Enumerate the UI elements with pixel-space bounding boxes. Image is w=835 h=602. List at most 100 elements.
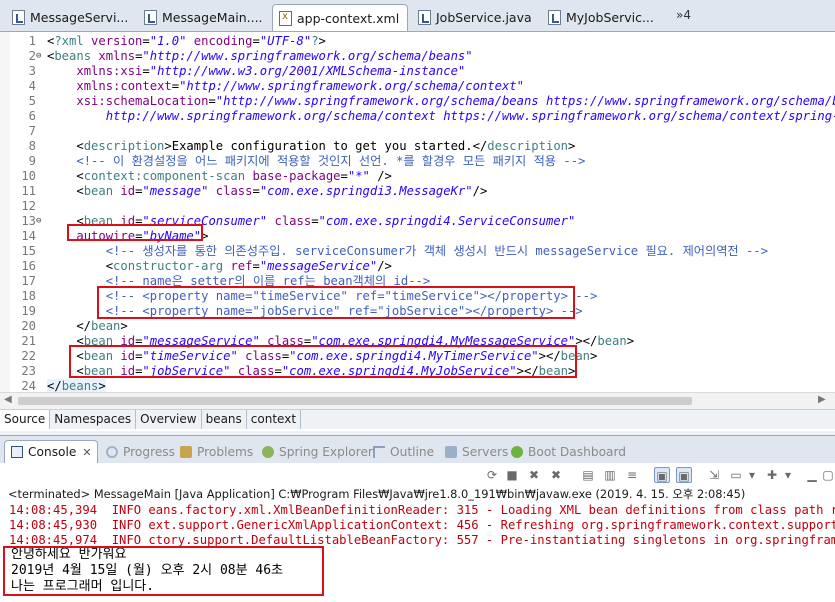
tab-label: Spring Explorer bbox=[279, 444, 373, 459]
code-line[interactable]: 5 xsi:schemaLocation="http://www.springf… bbox=[0, 94, 835, 109]
fold-toggle-icon[interactable]: ⊖ bbox=[36, 49, 41, 64]
tab-source[interactable]: Source bbox=[0, 410, 51, 429]
code-line[interactable]: 7 bbox=[0, 124, 835, 139]
show-on-stdout-icon[interactable]: ▣ bbox=[654, 467, 670, 483]
code-token: id bbox=[120, 184, 136, 198]
tab-app-context-xml[interactable]: app-context.xml ✕ bbox=[272, 4, 408, 31]
code-line[interactable]: 6 http://www.springframework.org/schema/… bbox=[0, 109, 835, 124]
code-text: <bean id="timeService" class="com.exe.sp… bbox=[47, 349, 597, 364]
code-line[interactable]: 11 <bean id="message" class="com.exe.spr… bbox=[0, 184, 835, 199]
code-line[interactable]: 18 <!-- <property name="timeService" ref… bbox=[0, 289, 835, 304]
tab-my-job-service[interactable]: MyJobServic... bbox=[542, 4, 672, 31]
code-text: </bean> bbox=[47, 319, 127, 334]
chevron-down-icon[interactable]: ▾ bbox=[744, 467, 760, 483]
tab-job-service[interactable]: JobService.java bbox=[412, 4, 538, 31]
code-line[interactable]: 4 xmlns:context="http://www.springframew… bbox=[0, 79, 835, 94]
word-wrap-icon[interactable]: ≡ bbox=[624, 467, 640, 483]
code-line[interactable]: 19 <!-- <property name="jobService" ref=… bbox=[0, 304, 835, 319]
code-text: <context:component-scan base-package="*"… bbox=[47, 169, 392, 184]
code-line[interactable]: 20 </bean> bbox=[0, 319, 835, 334]
code-line[interactable]: 2 ⊖ <beans xmlns="http://www.springframewo… bbox=[0, 49, 835, 64]
tab-namespaces[interactable]: Namespaces bbox=[50, 410, 137, 429]
boot-dashboard-icon bbox=[511, 445, 523, 458]
tab-label: Servers bbox=[462, 444, 509, 459]
code-line[interactable]: 14 autowire="byName"> bbox=[0, 229, 835, 244]
code-line[interactable]: 10 <context:component-scan base-package=… bbox=[0, 169, 835, 184]
code-text: <beans xmlns="http://www.springframework… bbox=[47, 49, 473, 64]
line-number: 12 bbox=[21, 199, 36, 213]
code-token: bean bbox=[83, 184, 121, 198]
code-line[interactable]: 12 bbox=[0, 199, 835, 214]
tab-outline[interactable]: Outline bbox=[373, 440, 434, 463]
scroll-lock-icon[interactable]: ▥ bbox=[602, 467, 618, 483]
new-console-icon[interactable]: ✚ bbox=[764, 467, 780, 483]
code-text: <!-- <property name="jobService" ref="jo… bbox=[47, 304, 583, 319]
show-on-stderr-icon[interactable]: ▣ bbox=[676, 467, 692, 483]
code-line[interactable]: 1 <?xml version="1.0" encoding="UTF-8"?> bbox=[0, 34, 835, 49]
clear-console-icon[interactable]: ▤ bbox=[580, 467, 596, 483]
code-token: "messageService" bbox=[259, 259, 378, 273]
tab-label: Console bbox=[28, 445, 77, 459]
code-token: "jobService" bbox=[142, 364, 231, 378]
tab-message-service[interactable]: MessageServi... ✕ bbox=[6, 4, 136, 31]
tab-beans[interactable]: beans bbox=[202, 410, 247, 429]
code-line[interactable]: 21 <bean id="messageService" class="com.… bbox=[0, 334, 835, 349]
tab-boot-dashboard[interactable]: Boot Dashboard bbox=[511, 440, 626, 463]
terminate-icon[interactable]: ■ bbox=[504, 467, 520, 483]
code-token: > bbox=[318, 34, 326, 48]
tab-servers[interactable]: Servers bbox=[445, 440, 508, 463]
code-line[interactable]: 16 <constructor-arg ref="messageService"… bbox=[0, 259, 835, 274]
remove-icon[interactable]: ✖ bbox=[526, 467, 542, 483]
tab-problems[interactable]: Problems bbox=[180, 440, 253, 463]
servers-icon bbox=[445, 445, 457, 458]
code-line[interactable]: 22 <bean id="timeService" class="com.exe… bbox=[0, 349, 835, 364]
tab-overflow-button[interactable]: »4 bbox=[676, 8, 691, 22]
close-icon[interactable]: ✕ bbox=[134, 11, 136, 24]
close-icon[interactable]: ✕ bbox=[405, 12, 407, 25]
code-token: bean bbox=[597, 334, 627, 348]
tab-overview[interactable]: Overview bbox=[136, 410, 202, 429]
code-line[interactable]: 17 <!-- name은 setter의 이름 ref는 bean객체의 id… bbox=[0, 274, 835, 289]
outline-icon bbox=[373, 445, 385, 458]
display-console-icon[interactable]: ▭ bbox=[728, 467, 744, 483]
close-icon[interactable]: ✕ bbox=[82, 446, 91, 459]
code-line[interactable]: 8 <description>Example configuration to … bbox=[0, 139, 835, 154]
scroll-right-icon[interactable]: ▶ bbox=[818, 394, 826, 405]
fold-toggle-icon[interactable]: ⊖ bbox=[36, 214, 41, 229]
code-text: </beans> bbox=[47, 379, 106, 392]
tab-spring-explorer[interactable]: Spring Explorer bbox=[262, 440, 373, 463]
code-token: "*" bbox=[347, 169, 370, 183]
log-line: 14:08:45,974 INFO ctory.support.DefaultL… bbox=[9, 533, 835, 547]
horizontal-scrollbar[interactable]: ◀ ▶ bbox=[0, 392, 835, 409]
code-line[interactable]: 9 <!-- 이 환경설정을 어느 패키지에 적용할 것인지 선언. *를 할경… bbox=[0, 154, 835, 169]
code-line[interactable]: 13 ⊖ <bean id="serviceConsumer" class="co… bbox=[0, 214, 835, 229]
code-editor[interactable]: 1 <?xml version="1.0" encoding="UTF-8"?> 2… bbox=[0, 32, 835, 392]
chevron-down-icon[interactable]: ▾ bbox=[780, 467, 796, 483]
tab-progress[interactable]: Progress bbox=[106, 440, 175, 463]
code-token: ref bbox=[230, 259, 253, 273]
scroll-left-icon[interactable]: ◀ bbox=[4, 394, 12, 405]
code-token: < bbox=[47, 214, 84, 228]
code-token: = bbox=[142, 34, 150, 48]
code-token: "com.exe.springdi4.MyJobService" bbox=[281, 364, 517, 378]
pin-console-icon[interactable]: ⇲ bbox=[706, 467, 722, 483]
code-line[interactable]: 24 </beans> bbox=[0, 379, 835, 392]
code-line[interactable]: 15 <!-- 생성자를 통한 의존성주입. serviceConsumer가 … bbox=[0, 244, 835, 259]
line-number: 6 bbox=[28, 109, 36, 123]
code-line[interactable]: 3 xmlns:xsi="http://www.w3.org/2001/XMLS… bbox=[0, 64, 835, 79]
minimize-icon[interactable]: ▁ bbox=[804, 467, 820, 483]
line-number: 24 bbox=[21, 379, 36, 392]
tab-message-main[interactable]: MessageMain.... bbox=[138, 4, 268, 31]
maximize-icon[interactable]: ▢ bbox=[820, 467, 835, 483]
line-number: 20 bbox=[21, 319, 36, 333]
scroll-thumb[interactable] bbox=[18, 397, 692, 405]
remove-all-icon[interactable]: ✖ bbox=[548, 467, 564, 483]
code-line[interactable]: 23 <bean id="jobService" class="com.exe.… bbox=[0, 364, 835, 379]
tab-label: Boot Dashboard bbox=[528, 444, 627, 459]
view-tab-bar: Console ✕ Progress Problems Spring Explo… bbox=[0, 435, 835, 463]
tab-context[interactable]: context bbox=[247, 410, 302, 429]
tab-console[interactable]: Console ✕ bbox=[4, 440, 98, 463]
remove-launch-icon[interactable]: ⟳ bbox=[484, 467, 500, 483]
